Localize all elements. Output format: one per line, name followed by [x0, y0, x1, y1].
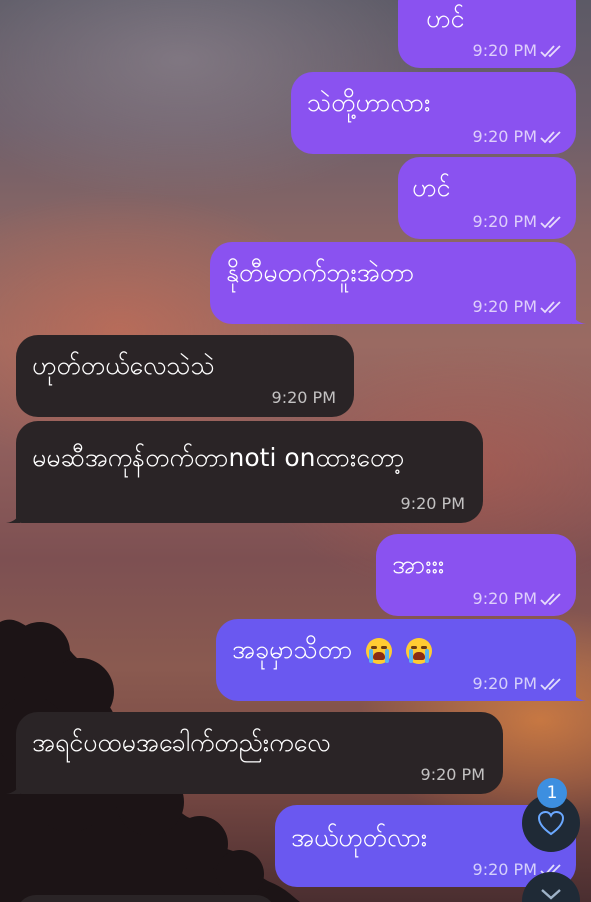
message-time: 9:20 PM — [472, 589, 537, 608]
message-time: 9:20 PM — [472, 297, 537, 316]
double-check-icon — [540, 44, 561, 57]
message-text: အခုမှာသိတာ — [232, 635, 353, 664]
message-text: သဲတို့ဟာလား — [307, 88, 431, 117]
message-outgoing[interactable]: အခုမှာသိတာ 9:20 PM — [216, 619, 586, 701]
message-outgoing[interactable]: ဟင် 9:20 PM — [398, 157, 576, 239]
message-time: 9:20 PM — [472, 860, 537, 879]
message-time: 9:20 PM — [472, 41, 537, 60]
reaction-count: 1 — [546, 783, 558, 803]
double-check-icon — [540, 677, 561, 690]
bubble-tail — [6, 780, 20, 794]
double-check-icon — [540, 215, 561, 228]
message-incoming-partial — [16, 895, 276, 902]
message-meta: 9:20 PM — [473, 297, 562, 316]
message-outgoing[interactable]: ဟင် 9:20 PM — [398, 0, 576, 68]
message-meta: 9:20 PM — [272, 388, 336, 407]
bubble-tail — [572, 310, 586, 324]
message-text: အယ်ဟုတ်လား — [291, 823, 428, 852]
message-meta: 9:20 PM — [473, 212, 562, 231]
loudly-crying-face-icon — [366, 638, 393, 664]
chevron-down-icon — [541, 889, 561, 900]
message-text-row: အခုမှာသိတာ — [232, 635, 433, 665]
message-meta: 9:20 PM — [401, 494, 465, 513]
message-outgoing[interactable]: အားးး 9:20 PM — [376, 534, 576, 616]
double-check-icon — [540, 130, 561, 143]
bubble-tail — [6, 509, 20, 523]
message-incoming[interactable]: မမဆီအကုန်တက်တာnoti onထားတော့ 9:20 PM — [6, 421, 483, 523]
message-meta: 9:20 PM — [473, 127, 562, 146]
double-check-icon — [540, 300, 561, 313]
double-check-icon — [540, 592, 561, 605]
message-incoming[interactable]: ဟုတ်တယ်လေသဲသဲ 9:20 PM — [16, 335, 354, 417]
message-meta: 9:20 PM — [421, 765, 485, 784]
message-meta: 9:20 PM — [473, 674, 562, 693]
message-time: 9:20 PM — [420, 765, 485, 784]
message-time: 9:20 PM — [400, 494, 465, 513]
message-text: နိုတီမတက်ဘူးအဲတာ — [226, 258, 415, 287]
message-meta: 9:20 PM — [473, 589, 562, 608]
message-outgoing[interactable]: နိုတီမတက်ဘူးအဲတာ 9:20 PM — [210, 242, 586, 324]
message-meta: 9:20 PM — [473, 41, 562, 60]
message-text: အားးး — [392, 550, 445, 579]
message-time: 9:20 PM — [472, 127, 537, 146]
bubble-tail — [572, 687, 586, 701]
message-text: ဟုတ်တယ်လေသဲသဲ — [32, 351, 215, 380]
message-text: ဟင် — [426, 4, 465, 33]
message-text: အရင်ပထမအခေါက်တည်းကလေ — [32, 728, 331, 757]
message-incoming[interactable]: အရင်ပထမအခေါက်တည်းကလေ 9:20 PM — [6, 712, 503, 794]
message-text: မမဆီအကုန်တက်တာnoti onထားတော့ — [32, 443, 405, 472]
reaction-count-badge: 1 — [537, 778, 567, 808]
message-time: 9:20 PM — [472, 212, 537, 231]
message-time: 9:20 PM — [472, 674, 537, 693]
heart-icon — [537, 810, 565, 836]
message-outgoing[interactable]: သဲတို့ဟာလား 9:20 PM — [291, 72, 576, 154]
message-text: ဟင် — [412, 173, 451, 202]
message-time: 9:20 PM — [271, 388, 336, 407]
loudly-crying-face-icon — [406, 638, 433, 664]
